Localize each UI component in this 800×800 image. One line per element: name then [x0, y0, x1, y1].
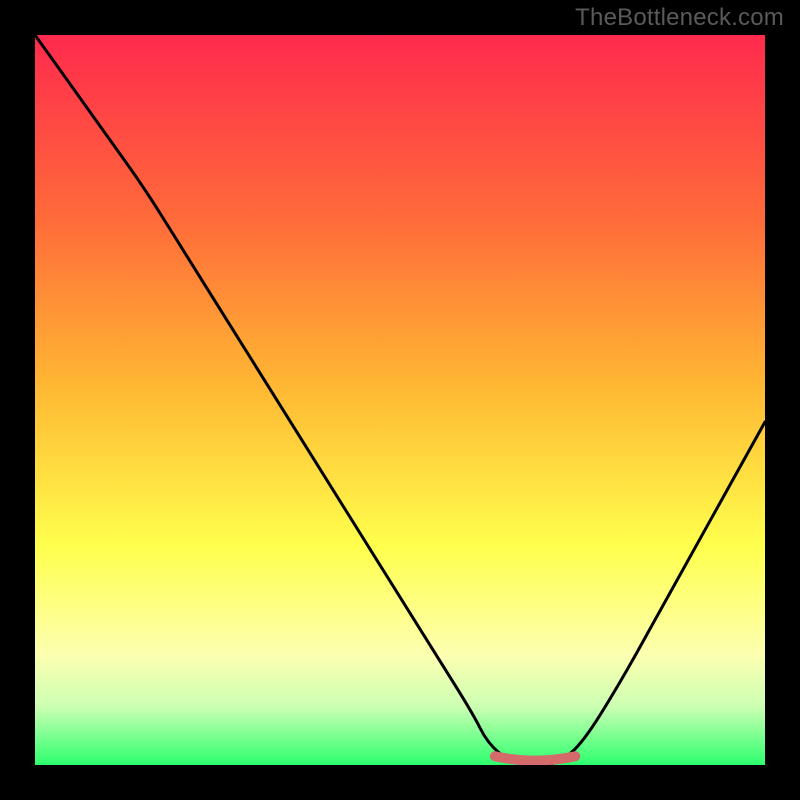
chart-frame: TheBottleneck.com	[0, 0, 800, 800]
plot-area	[35, 35, 765, 765]
bottleneck-curve	[35, 35, 765, 765]
watermark-text: TheBottleneck.com	[575, 4, 784, 32]
